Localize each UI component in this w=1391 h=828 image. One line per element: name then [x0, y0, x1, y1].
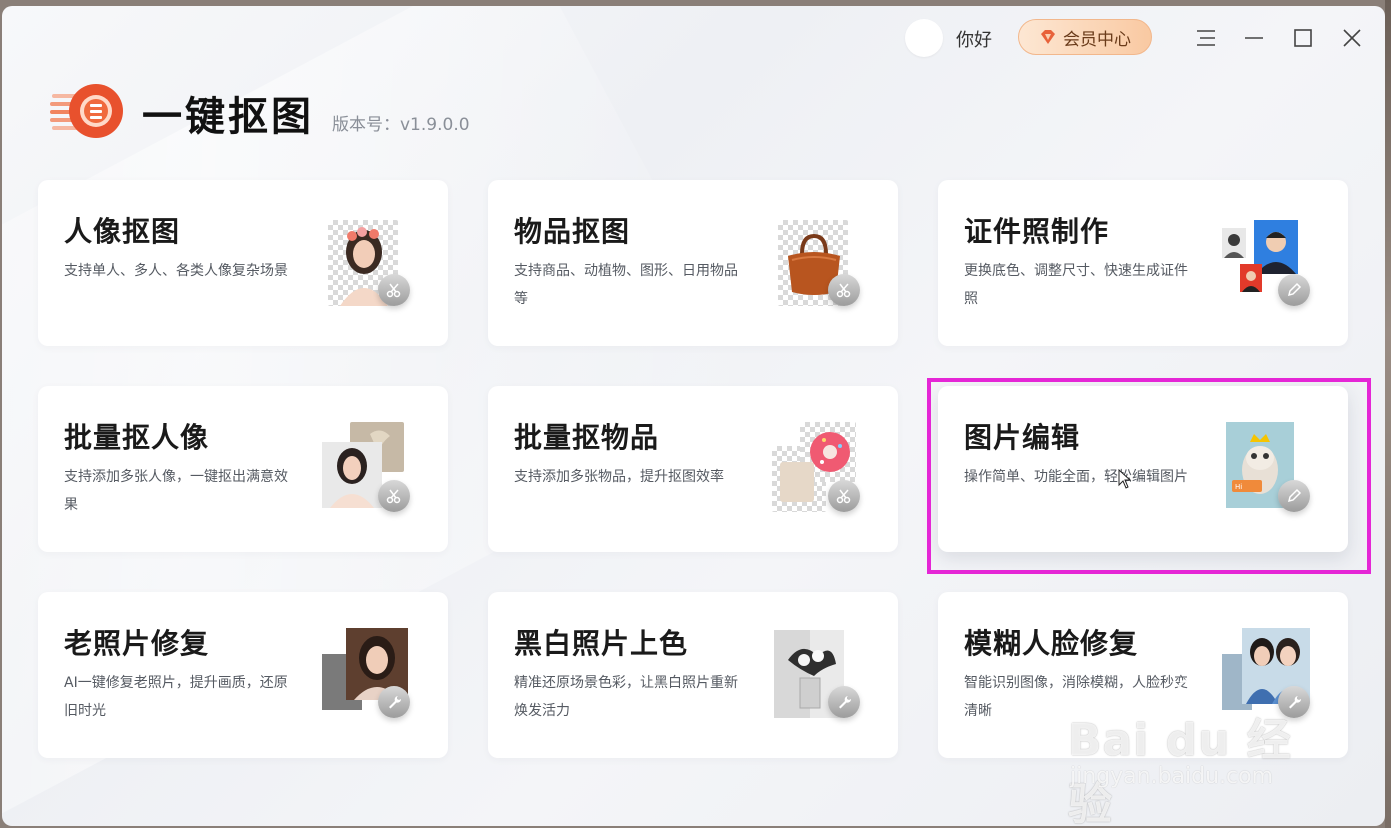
card-desc: 支持单人、多人、各类人像复杂场景 [64, 263, 288, 279]
app-logo-icon [50, 82, 128, 140]
image-edit-thumbnail: Hi [1220, 422, 1310, 518]
close-button[interactable] [1338, 24, 1366, 52]
card-title: 模糊人脸修复 [964, 627, 1139, 660]
wrench-icon [378, 686, 410, 718]
scissors-icon [378, 274, 410, 306]
handbag-thumbnail [770, 216, 860, 312]
svg-text:Hi: Hi [1235, 483, 1242, 491]
card-title: 图片编辑 [964, 421, 1081, 454]
card-title: 物品抠图 [514, 215, 631, 248]
card-desc: 智能识别图像，消除模糊，人脸秒变清晰 [964, 675, 1188, 719]
minimize-button[interactable] [1240, 24, 1268, 52]
card-desc: 支持添加多张物品，提升抠图效率 [514, 469, 724, 485]
maximize-icon [1294, 29, 1312, 47]
card-portrait-cutout[interactable]: 人像抠图 支持单人、多人、各类人像复杂场景 [38, 180, 448, 346]
old-photo-thumbnail [320, 628, 410, 724]
diamond-icon [1039, 28, 1057, 46]
card-desc: 更换底色、调整尺寸、快速生成证件照 [964, 263, 1188, 307]
card-title: 人像抠图 [64, 215, 181, 248]
app-title: 一键抠图 [142, 94, 314, 140]
card-desc: AI一键修复老照片，提升画质，还原旧时光 [64, 675, 288, 719]
card-batch-portrait[interactable]: 批量抠人像 支持添加多张人像，一键抠出满意效果 [38, 386, 448, 552]
scissors-icon [828, 480, 860, 512]
card-title: 老照片修复 [64, 627, 210, 660]
batch-object-thumbnail [770, 422, 860, 518]
card-image-edit[interactable]: 图片编辑 操作简单、功能全面，轻松编辑图片 Hi [938, 386, 1348, 552]
card-desc: 操作简单、功能全面，轻松编辑图片 [964, 469, 1188, 485]
scissors-icon [378, 480, 410, 512]
card-title: 批量抠人像 [64, 421, 210, 454]
wrench-icon [828, 686, 860, 718]
card-title: 黑白照片上色 [514, 627, 689, 660]
card-title: 批量抠物品 [514, 421, 660, 454]
minimize-icon [1245, 37, 1263, 39]
vip-center-label: 会员中心 [1063, 29, 1131, 50]
card-colorize-photo[interactable]: 黑白照片上色 精准还原场景色彩，让黑白照片重新焕发活力 [488, 592, 898, 758]
menu-icon [1197, 30, 1215, 46]
watermark-sub: jingyan.baidu.com [1070, 764, 1274, 789]
app-window: 你好 会员中心 一键抠图 版本号：v1.9.0.0 人像抠图 支持单人、多人、各… [2, 6, 1385, 826]
portrait-thumbnail [320, 216, 410, 312]
greeting-text: 你好 [956, 30, 992, 51]
wrench-icon [1278, 686, 1310, 718]
card-id-photo[interactable]: 证件照制作 更换底色、调整尺寸、快速生成证件照 [938, 180, 1348, 346]
close-icon [1343, 29, 1361, 47]
version-label: 版本号：v1.9.0.0 [332, 115, 470, 135]
card-blurry-face-repair[interactable]: 模糊人脸修复 智能识别图像，消除模糊，人脸秒变清晰 [938, 592, 1348, 758]
card-desc: 支持商品、动植物、图形、日用物品等 [514, 263, 738, 307]
card-desc: 精准还原场景色彩，让黑白照片重新焕发活力 [514, 675, 738, 719]
mouse-cursor-icon [1118, 468, 1132, 493]
card-old-photo-repair[interactable]: 老照片修复 AI一键修复老照片，提升画质，还原旧时光 [38, 592, 448, 758]
maximize-button[interactable] [1289, 24, 1317, 52]
colorize-thumbnail [770, 628, 860, 724]
id-photo-thumbnail [1220, 216, 1310, 312]
scissors-icon [828, 274, 860, 306]
card-title: 证件照制作 [964, 215, 1110, 248]
avatar[interactable] [905, 19, 943, 57]
window-edge [1385, 0, 1391, 828]
batch-portrait-thumbnail [320, 422, 410, 518]
card-object-cutout[interactable]: 物品抠图 支持商品、动植物、图形、日用物品等 [488, 180, 898, 346]
vip-center-button[interactable]: 会员中心 [1018, 19, 1152, 55]
pencil-icon [1278, 274, 1310, 306]
menu-button[interactable] [1192, 24, 1220, 52]
blurry-face-thumbnail [1220, 628, 1310, 724]
card-desc: 支持添加多张人像，一键抠出满意效果 [64, 469, 288, 513]
pencil-icon [1278, 480, 1310, 512]
card-batch-object[interactable]: 批量抠物品 支持添加多张物品，提升抠图效率 [488, 386, 898, 552]
